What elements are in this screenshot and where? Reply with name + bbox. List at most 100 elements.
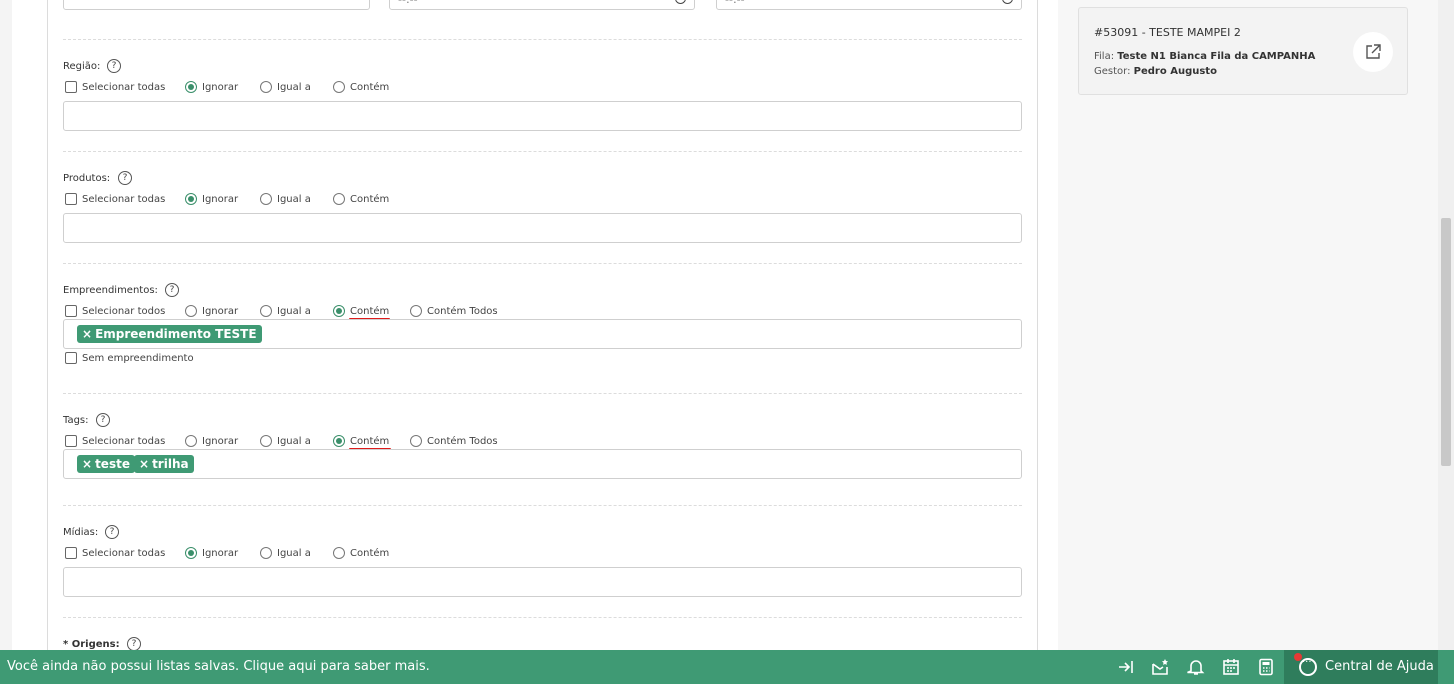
gestor-label: Gestor:	[1094, 66, 1131, 77]
remove-tag-icon[interactable]: ×	[82, 327, 92, 341]
filter-form: --:-- --:-- Região: ? Selecionar todas I…	[47, 0, 1038, 675]
radio[interactable]	[333, 305, 345, 317]
radio-igual-a[interactable]: Igual a	[260, 193, 311, 205]
option-label: Selecionar todas	[82, 547, 166, 559]
help-icon[interactable]: ?	[105, 525, 119, 539]
selected-tag[interactable]: × teste	[77, 455, 135, 473]
radio[interactable]	[185, 547, 197, 559]
radio[interactable]	[185, 193, 197, 205]
fila-label: Fila:	[1094, 51, 1115, 62]
clock-icon[interactable]	[675, 0, 686, 4]
radio[interactable]	[410, 305, 422, 317]
radio-contem[interactable]: Contém	[333, 81, 389, 93]
checkbox[interactable]	[65, 352, 77, 364]
select-all-checkbox[interactable]: Selecionar todas	[65, 193, 165, 205]
text-input-top[interactable]	[63, 0, 370, 10]
open-campaign-button[interactable]	[1353, 32, 1393, 72]
external-link-icon[interactable]	[1365, 44, 1381, 60]
calendar-icon[interactable]	[1222, 658, 1240, 676]
regiao-select-field[interactable]	[63, 101, 1022, 131]
empreendimentos-select-field[interactable]: × Empreendimento TESTE	[63, 319, 1022, 349]
remove-tag-icon[interactable]: ×	[139, 457, 149, 471]
sem-empreendimento-checkbox[interactable]: Sem empreendimento	[65, 352, 194, 364]
selected-tag[interactable]: × trilha	[134, 455, 194, 473]
radio-ignorar[interactable]: Ignorar	[185, 305, 238, 317]
radio-contem-todos[interactable]: Contém Todos	[410, 305, 498, 317]
radio-ignorar[interactable]: Ignorar	[185, 547, 238, 559]
option-label: Contém	[350, 435, 390, 447]
option-label: Ignorar	[202, 547, 239, 559]
select-all-checkbox[interactable]: Selecionar todas	[65, 81, 165, 93]
radio[interactable]	[333, 81, 345, 93]
select-all-checkbox[interactable]: Selecionar todas	[65, 435, 165, 447]
mail-star-icon[interactable]	[1151, 658, 1169, 676]
radio[interactable]	[260, 81, 272, 93]
divider	[63, 263, 1022, 264]
collapse-right-icon[interactable]	[1117, 658, 1135, 676]
option-label: Sem empreendimento	[82, 352, 194, 364]
help-icon[interactable]: ?	[96, 413, 110, 427]
radio-ignorar[interactable]: Ignorar	[185, 81, 238, 93]
help-center-label: Central de Ajuda	[1325, 659, 1434, 674]
help-icon[interactable]: ?	[165, 283, 179, 297]
radio[interactable]	[185, 81, 197, 93]
checkbox[interactable]	[65, 305, 77, 317]
radio-contem[interactable]: Contém	[333, 305, 389, 317]
saved-lists-message[interactable]: Você ainda não possui listas salvas. Cli…	[7, 659, 430, 674]
radio-contem[interactable]: Contém	[333, 547, 389, 559]
radio[interactable]	[410, 435, 422, 447]
time-input-start[interactable]: --:--	[389, 0, 695, 10]
calculator-icon[interactable]	[1257, 658, 1275, 676]
filter-label: Tags:	[63, 415, 89, 426]
scrollbar-thumb[interactable]	[1441, 218, 1451, 466]
option-label: Selecionar todos	[82, 305, 166, 317]
help-icon[interactable]: ?	[107, 59, 121, 73]
radio[interactable]	[333, 435, 345, 447]
radio-ignorar[interactable]: Ignorar	[185, 193, 238, 205]
radio-ignorar[interactable]: Ignorar	[185, 435, 238, 447]
select-all-checkbox[interactable]: Selecionar todas	[65, 547, 165, 559]
help-center-button[interactable]: Central de Ajuda	[1284, 650, 1438, 684]
time-input-end[interactable]: --:--	[716, 0, 1022, 10]
clock-icon[interactable]	[1002, 0, 1013, 4]
time-placeholder: --:--	[725, 0, 745, 6]
radio[interactable]	[185, 305, 197, 317]
help-icon[interactable]: ?	[127, 637, 141, 651]
tags-select-field[interactable]: × teste × trilha	[63, 449, 1022, 479]
selected-tag[interactable]: × Empreendimento TESTE	[77, 325, 262, 343]
radio[interactable]	[185, 435, 197, 447]
option-label: Selecionar todas	[82, 81, 166, 93]
radio-contem[interactable]: Contém	[333, 193, 389, 205]
radio[interactable]	[333, 547, 345, 559]
remove-tag-icon[interactable]: ×	[82, 457, 92, 471]
radio-igual-a[interactable]: Igual a	[260, 435, 311, 447]
tag-label: Empreendimento TESTE	[95, 327, 257, 341]
checkbox[interactable]	[65, 193, 77, 205]
option-label: Contém	[350, 81, 390, 93]
radio[interactable]	[260, 305, 272, 317]
radio[interactable]	[333, 193, 345, 205]
radio-contem-todos[interactable]: Contém Todos	[410, 435, 498, 447]
radio-igual-a[interactable]: Igual a	[260, 547, 311, 559]
produtos-select-field[interactable]	[63, 213, 1022, 243]
radio[interactable]	[260, 547, 272, 559]
filter-label: Produtos:	[63, 173, 111, 184]
chat-icon[interactable]	[1299, 657, 1317, 676]
option-label: Contém Todos	[427, 435, 498, 447]
bell-icon[interactable]	[1187, 658, 1205, 676]
checkbox[interactable]	[65, 547, 77, 559]
option-label: Ignorar	[202, 193, 239, 205]
option-label: Ignorar	[202, 305, 239, 317]
option-label: Igual a	[277, 435, 311, 447]
help-icon[interactable]: ?	[118, 171, 132, 185]
radio[interactable]	[260, 435, 272, 447]
midias-select-field[interactable]	[63, 567, 1022, 597]
checkbox[interactable]	[65, 435, 77, 447]
radio-contem[interactable]: Contém	[333, 435, 389, 447]
select-all-checkbox[interactable]: Selecionar todos	[65, 305, 165, 317]
checkbox[interactable]	[65, 81, 77, 93]
radio-igual-a[interactable]: Igual a	[260, 81, 311, 93]
scrollbar[interactable]	[1438, 0, 1454, 650]
radio[interactable]	[260, 193, 272, 205]
radio-igual-a[interactable]: Igual a	[260, 305, 311, 317]
